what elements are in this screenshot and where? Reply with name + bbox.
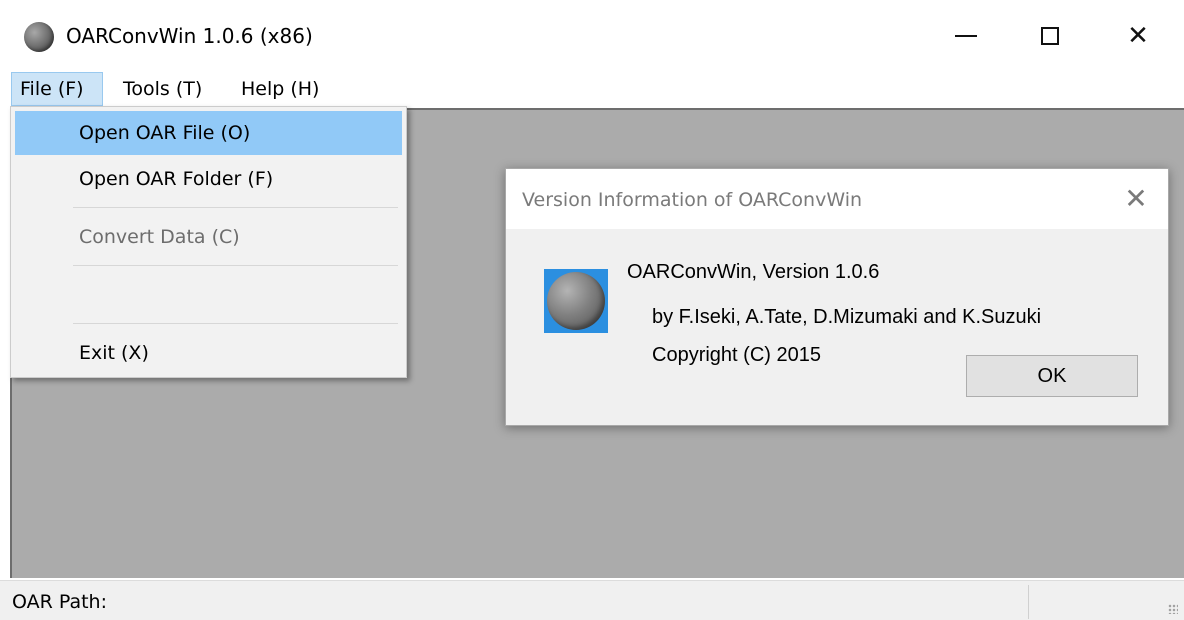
app-logo-icon [544, 269, 608, 333]
menu-bar: File (F) Tools (T) Help (H) [0, 72, 1184, 106]
status-divider [1028, 585, 1029, 619]
oar-path-label: OAR Path: [12, 591, 107, 613]
menu-separator [73, 207, 398, 208]
close-icon: ✕ [1127, 21, 1149, 51]
copyright-text: Copyright (C) 2015 [652, 344, 821, 366]
menu-item-convert-data: Convert Data (C) [79, 226, 240, 248]
menu-item-exit[interactable]: Exit (X) [15, 331, 402, 375]
menu-file[interactable]: File (F) [11, 72, 103, 106]
sphere-icon [24, 22, 54, 52]
file-menu-dropdown: Open OAR File (O) Open OAR Folder (F) Co… [10, 106, 407, 378]
minimize-icon [955, 35, 977, 37]
maximize-icon [1041, 27, 1059, 45]
menu-tools[interactable]: Tools (T) [115, 72, 210, 106]
close-icon: ✕ [1124, 182, 1148, 215]
maximize-button[interactable] [1004, 0, 1096, 72]
dialog-title: Version Information of OARConvWin [522, 189, 863, 211]
dialog-title-bar[interactable]: Version Information of OARConvWin ✕ [506, 169, 1168, 229]
menu-item-open-oar-folder[interactable]: Open OAR Folder (F) [15, 157, 402, 201]
version-info-dialog: Version Information of OARConvWin ✕ OARC… [505, 168, 1169, 426]
menu-item-open-oar-file[interactable]: Open OAR File (O) [15, 111, 402, 155]
resize-grip-icon[interactable] [1168, 604, 1178, 614]
sphere-icon [547, 272, 605, 330]
menu-help[interactable]: Help (H) [233, 72, 327, 106]
title-bar[interactable]: OARConvWin 1.0.6 (x86) ✕ [0, 0, 1184, 72]
version-text: OARConvWin, Version 1.0.6 [627, 261, 880, 283]
window-title: OARConvWin 1.0.6 (x86) [66, 24, 313, 48]
dialog-close-button[interactable]: ✕ [1116, 181, 1156, 217]
minimize-button[interactable] [920, 0, 1012, 72]
main-window: OARConvWin 1.0.6 (x86) ✕ File (F) Tools … [0, 0, 1184, 620]
menu-item-blank [15, 273, 402, 317]
menu-separator [73, 323, 398, 324]
ok-button[interactable]: OK [966, 355, 1138, 397]
menu-separator [73, 265, 398, 266]
status-bar: OAR Path: [0, 580, 1184, 620]
close-button[interactable]: ✕ [1092, 0, 1184, 72]
authors-text: by F.Iseki, A.Tate, D.Mizumaki and K.Suz… [652, 306, 1042, 328]
